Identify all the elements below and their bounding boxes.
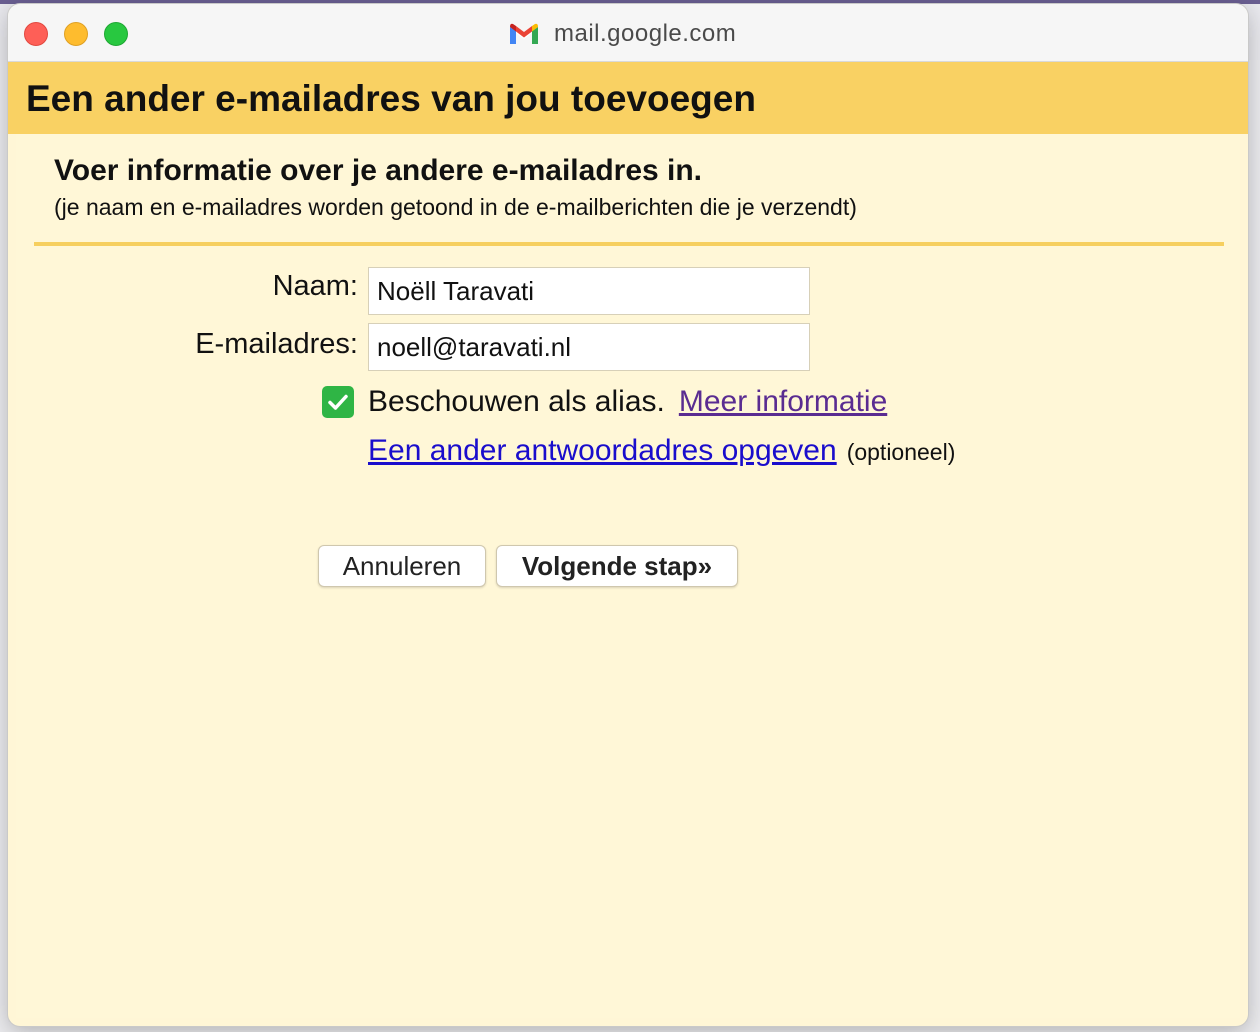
alias-checkbox[interactable] <box>322 386 354 418</box>
gmail-icon <box>510 23 538 44</box>
divider <box>34 242 1224 246</box>
alias-label: Beschouwen als alias. <box>368 385 665 418</box>
email-label: E-mailadres: <box>195 328 358 360</box>
section-subtitle: (je naam en e-mailadres worden getoond i… <box>54 194 857 220</box>
name-label: Naam: <box>272 270 358 302</box>
window-url: mail.google.com <box>508 18 736 50</box>
cancel-button[interactable]: Annuleren <box>318 545 486 587</box>
dialog-content: Voer informatie over je andere e-mailadr… <box>16 134 1240 1018</box>
dialog-header: Een ander e-mailadres van jou toevoegen <box>8 62 1248 134</box>
window-titlebar: mail.google.com <box>8 4 1248 62</box>
reply-address-link[interactable]: Een ander antwoordadres opgeven <box>368 434 837 468</box>
optional-label: (optioneel) <box>846 439 956 465</box>
next-step-button[interactable]: Volgende stap» <box>496 545 738 587</box>
url-text: mail.google.com <box>554 20 737 47</box>
alias-row: Beschouwen als alias. Meer informatie <box>322 382 887 422</box>
checkmark-icon <box>328 394 348 410</box>
reply-row: Een ander antwoordadres opgeven (optione… <box>368 434 955 474</box>
background-page-right <box>1248 60 1260 1032</box>
more-info-link[interactable]: Meer informatie <box>679 385 887 419</box>
section-title: Voer informatie over je andere e-mailadr… <box>54 154 703 187</box>
name-input[interactable] <box>368 267 810 315</box>
background-page-left <box>0 60 8 1032</box>
zoom-window-button[interactable] <box>104 22 128 46</box>
minimize-window-button[interactable] <box>64 22 88 46</box>
dialog-title: Een ander e-mailadres van jou toevoegen <box>26 78 756 119</box>
popup-window: mail.google.com Een ander e-mailadres va… <box>8 4 1248 1026</box>
email-input[interactable] <box>368 323 810 371</box>
close-window-button[interactable] <box>24 22 48 46</box>
